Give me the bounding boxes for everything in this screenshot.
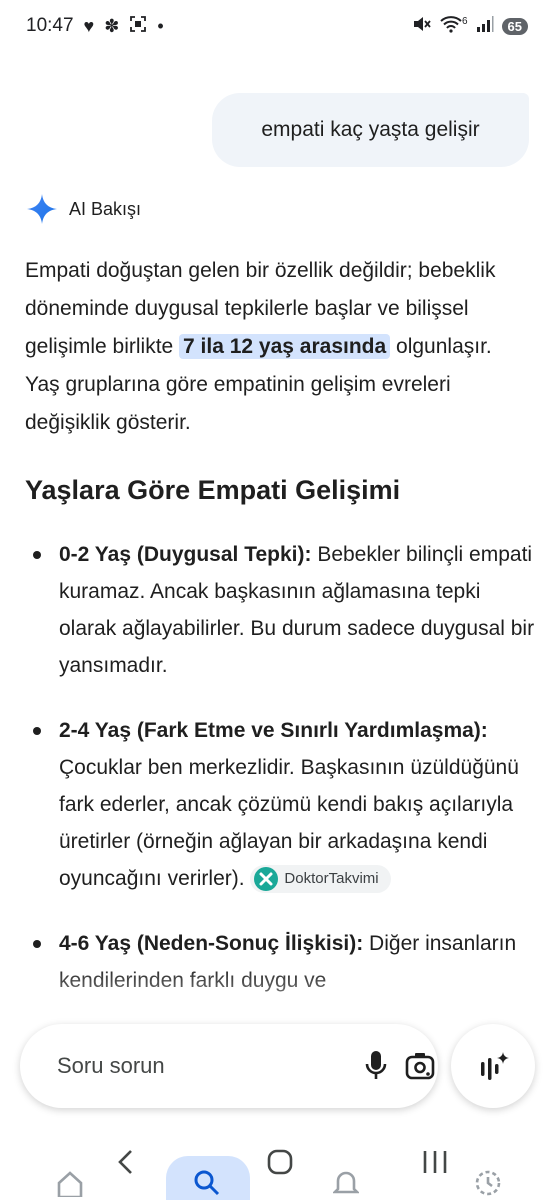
ask-input[interactable] xyxy=(55,1052,347,1080)
ask-bar xyxy=(20,1024,438,1108)
source-chip[interactable]: DoktorTakvimi xyxy=(250,865,391,894)
list-item-title: 2-4 Yaş (Fark Etme ve Sınırlı Yardımlaşm… xyxy=(59,719,488,742)
intro-highlight: 7 ila 12 yaş arasında xyxy=(179,334,391,359)
list-item: 0-2 Yaş (Duygusal Tepki): Bebekler bilin… xyxy=(25,536,535,684)
live-voice-button[interactable] xyxy=(451,1024,535,1108)
source-chip-label: DoktorTakvimi xyxy=(284,870,379,888)
network-type: 6 xyxy=(461,15,468,27)
microphone-icon[interactable] xyxy=(365,1046,387,1086)
status-time: 10:47 xyxy=(26,15,74,36)
lens-camera-icon[interactable] xyxy=(405,1046,435,1086)
wifi-icon xyxy=(440,15,462,38)
pinwheel-icon: ✽ xyxy=(104,15,120,36)
activity-history-icon[interactable] xyxy=(470,1166,506,1200)
list-item-title: 0-2 Yaş (Duygusal Tepki): xyxy=(59,543,312,566)
query-text: empati kaç yaşta gelişir xyxy=(261,118,480,141)
status-left: 10:47 ♥ ✽ • xyxy=(26,15,164,38)
bottom-nav xyxy=(0,1130,554,1200)
battery-level: 65 xyxy=(501,17,528,35)
age-list: 0-2 Yaş (Duygusal Tepki): Bebekler bilin… xyxy=(25,536,535,1027)
status-bar: 10:47 ♥ ✽ • 6 65 xyxy=(0,0,554,52)
back-icon[interactable] xyxy=(106,1144,146,1180)
home-tab-icon[interactable] xyxy=(52,1166,88,1200)
notifications-bell-icon[interactable] xyxy=(328,1166,364,1200)
screenshot-icon xyxy=(129,15,147,38)
ai-overview-header: AI Bakışı xyxy=(25,192,141,226)
heart-icon: ♥ xyxy=(83,15,95,36)
section-title: Yaşlara Göre Empati Gelişimi xyxy=(25,475,401,505)
live-waveform-icon xyxy=(481,1052,509,1080)
status-right: 6 65 xyxy=(412,15,528,38)
home-circle-icon[interactable] xyxy=(260,1144,300,1180)
dot-icon: • xyxy=(157,15,164,36)
gemini-sparkle-icon xyxy=(27,194,57,224)
recent-apps-icon[interactable] xyxy=(415,1144,455,1180)
list-item-title: 4-6 Yaş (Neden-Sonuç İlişkisi): xyxy=(59,932,364,955)
ai-overview-label: AI Bakışı xyxy=(69,198,142,219)
mute-icon xyxy=(412,15,432,38)
list-item: 2-4 Yaş (Fark Etme ve Sınırlı Yardımlaşm… xyxy=(25,712,535,897)
search-tab-icon[interactable] xyxy=(189,1166,225,1200)
query-bubble: empati kaç yaşta gelişir xyxy=(212,93,529,167)
intro-paragraph: Empati doğuştan gelen bir özellik değild… xyxy=(25,252,530,442)
doktortakvimi-logo-icon xyxy=(254,867,279,892)
signal-icon xyxy=(476,15,494,38)
